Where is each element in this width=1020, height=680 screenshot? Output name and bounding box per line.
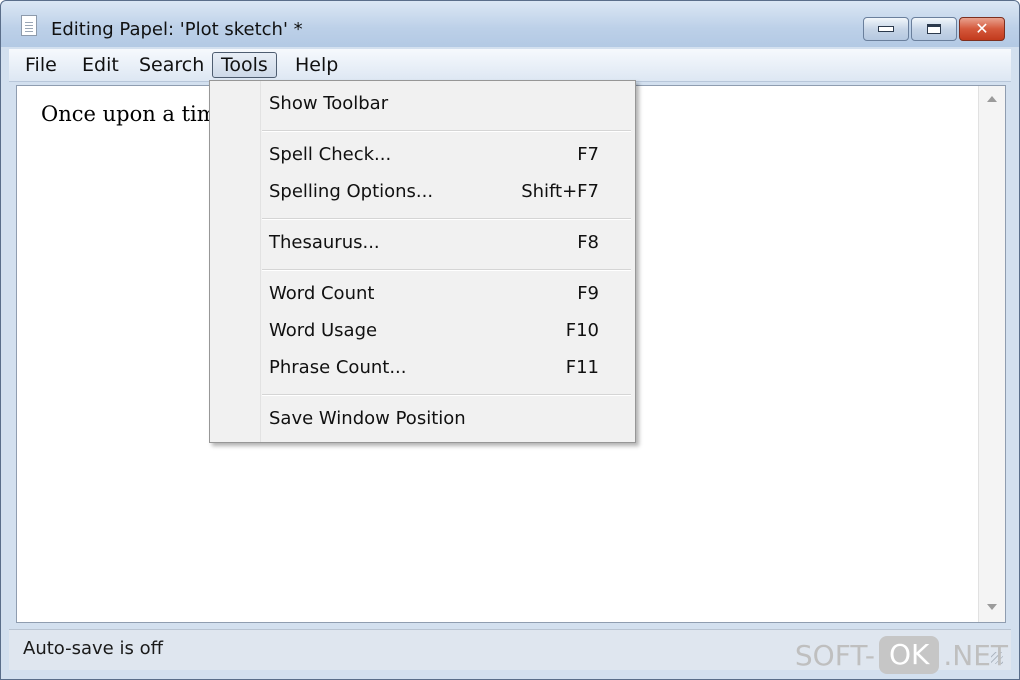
maximize-icon — [927, 24, 941, 34]
menu-item-shortcut: F7 — [577, 144, 599, 165]
menu-item-label: Spelling Options... — [269, 181, 434, 202]
menu-item-spelling-options[interactable]: Spelling Options... Shift+F7 — [212, 175, 633, 209]
window-controls: ✕ — [863, 17, 1005, 41]
menu-bar: File Edit Search Tools Help — [9, 49, 1011, 82]
tools-menu-dropdown: Show Toolbar Spell Check... F7 Spelling … — [209, 80, 636, 443]
menu-item-show-toolbar[interactable]: Show Toolbar — [212, 87, 633, 121]
menu-item-shortcut: F11 — [565, 357, 599, 378]
menu-item-shortcut: F10 — [565, 320, 599, 341]
menu-item-label: Phrase Count... — [269, 357, 407, 378]
menu-item-label: Thesaurus... — [269, 232, 380, 253]
menu-item-word-count[interactable]: Word Count F9 — [212, 277, 633, 311]
menu-item-thesaurus[interactable]: Thesaurus... F8 — [212, 226, 633, 260]
menu-item-label: Show Toolbar — [269, 93, 389, 114]
close-button[interactable]: ✕ — [959, 17, 1005, 41]
watermark-middle: OK — [878, 636, 940, 674]
status-text: Auto-save is off — [23, 638, 163, 659]
vertical-scrollbar[interactable] — [978, 86, 1005, 622]
menu-item-label: Spell Check... — [269, 144, 392, 165]
menu-item-word-usage[interactable]: Word Usage F10 — [212, 314, 633, 348]
minimize-icon — [878, 26, 894, 32]
scroll-down-icon[interactable] — [987, 604, 997, 610]
menu-item-save-window-position[interactable]: Save Window Position — [212, 402, 633, 436]
menu-gutter — [210, 81, 261, 442]
watermark-left: SOFT- — [794, 638, 875, 672]
menu-item-shortcut: F9 — [577, 283, 599, 304]
menu-help[interactable]: Help — [287, 52, 346, 78]
scroll-up-icon[interactable] — [987, 96, 997, 102]
menu-item-phrase-count[interactable]: Phrase Count... F11 — [212, 351, 633, 385]
watermark-right: .NET — [943, 638, 1008, 672]
menu-search[interactable]: Search — [131, 52, 212, 78]
title-bar[interactable]: Editing Papel: 'Plot sketch' * ✕ — [1, 1, 1019, 47]
close-icon: ✕ — [975, 19, 989, 38]
menu-separator — [262, 394, 631, 396]
document-icon — [21, 15, 37, 36]
watermark-logo: SOFT- OK .NET — [795, 636, 1008, 674]
window-title: Editing Papel: 'Plot sketch' * — [51, 19, 303, 40]
menu-edit[interactable]: Edit — [74, 52, 127, 78]
maximize-button[interactable] — [911, 17, 957, 41]
menu-separator — [262, 218, 631, 220]
minimize-button[interactable] — [863, 17, 909, 41]
menu-item-spell-check[interactable]: Spell Check... F7 — [212, 138, 633, 172]
menu-item-label: Word Count — [269, 283, 375, 304]
editor-content[interactable]: Once upon a time — [41, 102, 229, 126]
menu-file[interactable]: File — [17, 52, 65, 78]
menu-item-label: Save Window Position — [269, 408, 466, 429]
menu-item-label: Word Usage — [269, 320, 378, 341]
menu-separator — [262, 269, 631, 271]
menu-item-shortcut: F8 — [577, 232, 599, 253]
menu-tools[interactable]: Tools — [212, 52, 277, 78]
menu-item-shortcut: Shift+F7 — [521, 181, 599, 202]
menu-separator — [262, 130, 631, 132]
